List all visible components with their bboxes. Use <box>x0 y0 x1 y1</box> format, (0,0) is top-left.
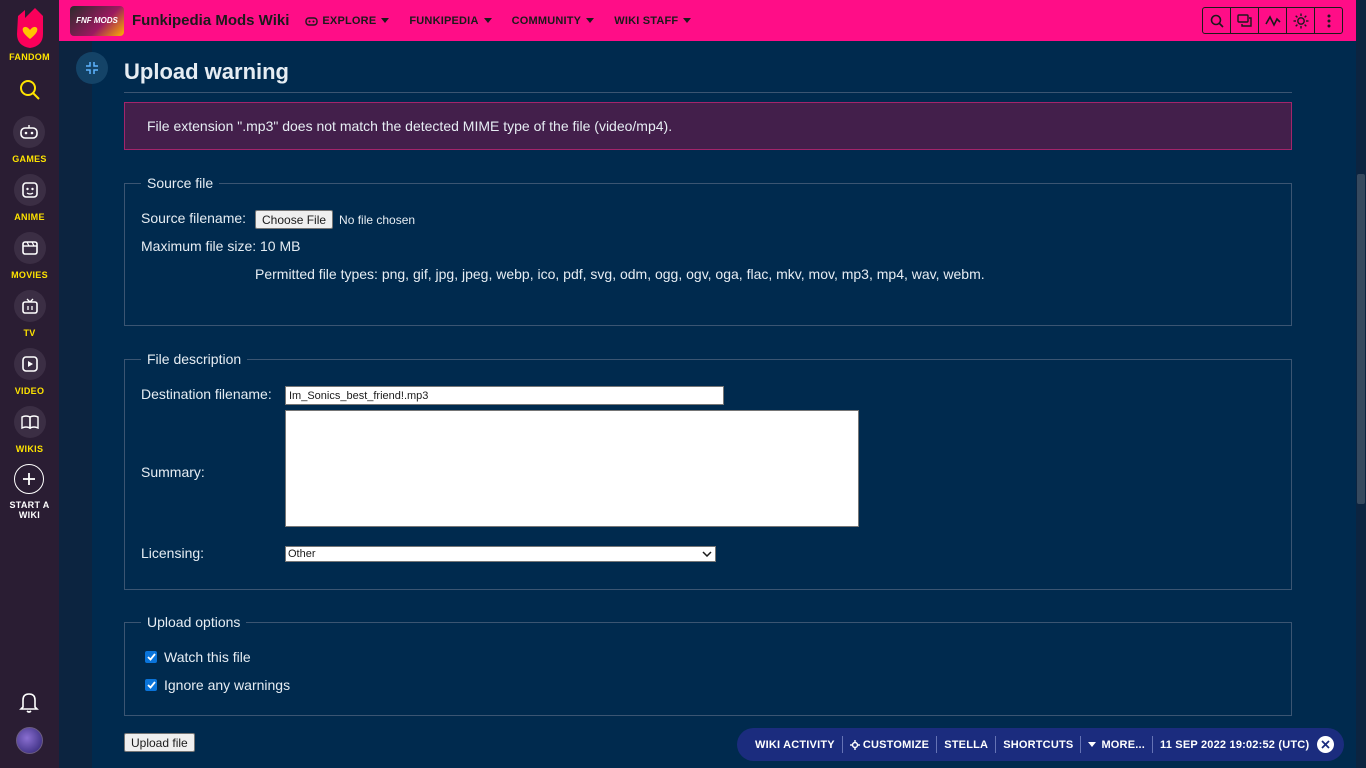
collapse-toggle-icon[interactable] <box>76 52 108 84</box>
anime-face-icon <box>13 174 46 206</box>
user-link[interactable]: STELLA <box>937 739 995 751</box>
permitted-file-types: Permitted file types: png, gif, jpg, jpe… <box>255 266 985 282</box>
nav-explore-label: EXPLORE <box>322 14 377 27</box>
wiki-header: FNF MODS Funkipedia Mods Wiki EXPLORE FU… <box>59 0 1356 41</box>
ignore-warnings-checkbox[interactable] <box>145 679 157 691</box>
theme-toggle-icon[interactable] <box>1286 7 1315 34</box>
watch-file-label: Watch this file <box>164 649 251 665</box>
nav-funkipedia[interactable]: FUNKIPEDIA <box>409 14 492 27</box>
activity-icon[interactable] <box>1258 7 1287 34</box>
watch-file-option: Watch this file <box>145 649 251 665</box>
nav-label: VIDEO <box>14 386 45 396</box>
wiki-nav: EXPLORE FUNKIPEDIA COMMUNITY WIKI STAFF <box>305 15 711 27</box>
ignore-warnings-option: Ignore any warnings <box>145 677 290 693</box>
explore-icon <box>305 16 319 26</box>
ignore-warnings-label: Ignore any warnings <box>164 677 291 693</box>
upload-file-button[interactable]: Upload file <box>124 733 195 752</box>
upload-options-legend: Upload options <box>147 614 241 630</box>
max-file-size: Maximum file size: 10 MB <box>141 238 301 254</box>
notifications-bell-icon[interactable] <box>17 690 41 719</box>
global-nav: FANDOM GAMES ANIME MOVIES TV VIDEO WIKIS… <box>0 0 59 768</box>
more-vertical-icon[interactable] <box>1314 7 1343 34</box>
clapperboard-icon <box>13 232 46 264</box>
nav-label: MOVIES <box>11 270 48 280</box>
tv-icon <box>13 290 46 322</box>
scrollbar[interactable] <box>1356 0 1366 768</box>
plus-icon <box>14 464 45 494</box>
nav-label: WIKIS <box>15 444 44 454</box>
controller-icon <box>13 116 46 148</box>
book-icon <box>13 406 46 438</box>
nav-label: ANIME <box>14 212 45 222</box>
chevron-down-icon <box>381 18 390 23</box>
nav-games[interactable]: GAMES <box>12 116 47 164</box>
source-filename-label: Source filename: <box>141 210 247 226</box>
error-message-box: File extension ".mp3" does not match the… <box>124 102 1292 150</box>
customize-label: CUSTOMIZE <box>862 738 930 751</box>
file-picker: Choose File No file chosen <box>255 210 415 229</box>
more-label: MORE... <box>1101 738 1146 751</box>
licensing-select[interactable]: Other <box>285 546 716 562</box>
nav-community-label: COMMUNITY <box>511 14 582 27</box>
fandom-logo[interactable]: FANDOM <box>9 6 50 62</box>
user-avatar[interactable] <box>16 727 43 754</box>
play-icon <box>13 348 46 380</box>
licensing-selected-value: Other <box>288 548 316 560</box>
watch-file-checkbox[interactable] <box>145 651 157 663</box>
choose-file-button[interactable]: Choose File <box>255 210 334 229</box>
close-icon[interactable] <box>1317 736 1334 753</box>
licensing-label: Licensing: <box>141 545 205 561</box>
nav-video[interactable]: VIDEO <box>13 348 46 396</box>
summary-label: Summary: <box>141 464 205 480</box>
bottom-toolbar: WIKI ACTIVITY CUSTOMIZE STELLA SHORTCUTS… <box>737 728 1344 761</box>
wiki-activity-button[interactable]: WIKI ACTIVITY <box>748 739 842 751</box>
gear-icon <box>849 739 860 750</box>
fandom-label: FANDOM <box>9 52 50 62</box>
nav-label: TV <box>23 328 36 338</box>
chevron-down-icon <box>702 551 712 557</box>
summary-textarea[interactable] <box>285 410 859 527</box>
destination-filename-input[interactable]: Im_Sonics_best_friend!.mp3 <box>285 386 724 405</box>
discussions-icon[interactable] <box>1230 7 1259 34</box>
nav-tv[interactable]: TV <box>13 290 46 338</box>
customize-button[interactable]: CUSTOMIZE <box>843 739 936 751</box>
nav-wiki-staff-label: WIKI STAFF <box>614 14 679 27</box>
scrollbar-thumb[interactable] <box>1357 174 1365 504</box>
source-file-legend: Source file <box>147 175 214 191</box>
start-wiki-label-line2: WIKI <box>18 510 41 520</box>
start-a-wiki[interactable]: START A WIKI <box>9 464 49 520</box>
error-message: File extension ".mp3" does not match the… <box>147 118 673 134</box>
no-file-chosen-text: No file chosen <box>339 212 416 227</box>
search-icon[interactable] <box>1202 7 1231 34</box>
fandom-heart-icon <box>16 8 43 48</box>
shortcuts-button[interactable]: SHORTCUTS <box>996 739 1080 751</box>
destination-filename-label: Destination filename: <box>141 386 272 402</box>
nav-label: GAMES <box>12 154 47 164</box>
wiki-logo[interactable]: FNF MODS <box>70 5 124 36</box>
start-wiki-label-line1: START A <box>9 500 50 510</box>
utc-clock: 11 SEP 2022 19:02:52 (UTC) <box>1160 738 1310 751</box>
file-description-legend: File description <box>147 351 242 367</box>
page-title: Upload warning <box>124 59 289 84</box>
header-tools <box>1202 7 1343 34</box>
nav-movies[interactable]: MOVIES <box>11 232 48 280</box>
nav-wikis[interactable]: WIKIS <box>13 406 46 454</box>
nav-explore[interactable]: EXPLORE <box>305 14 390 27</box>
chevron-down-icon <box>683 18 692 23</box>
nav-funkipedia-label: FUNKIPEDIA <box>409 14 479 27</box>
chevron-down-icon <box>483 18 492 23</box>
nav-community[interactable]: COMMUNITY <box>512 15 595 27</box>
nav-anime[interactable]: ANIME <box>13 174 46 222</box>
caret-down-icon <box>1088 742 1097 747</box>
source-filename-row: Source filename: <box>141 210 246 226</box>
wiki-name[interactable]: Funkipedia Mods Wiki <box>132 12 289 29</box>
more-menu-button[interactable]: MORE... <box>1081 739 1152 751</box>
title-divider <box>124 92 1292 93</box>
global-search-icon[interactable] <box>16 76 44 104</box>
upload-options-fieldset: Upload options <box>124 614 1292 716</box>
nav-wiki-staff[interactable]: WIKI STAFF <box>614 14 692 27</box>
chevron-down-icon <box>586 18 595 23</box>
